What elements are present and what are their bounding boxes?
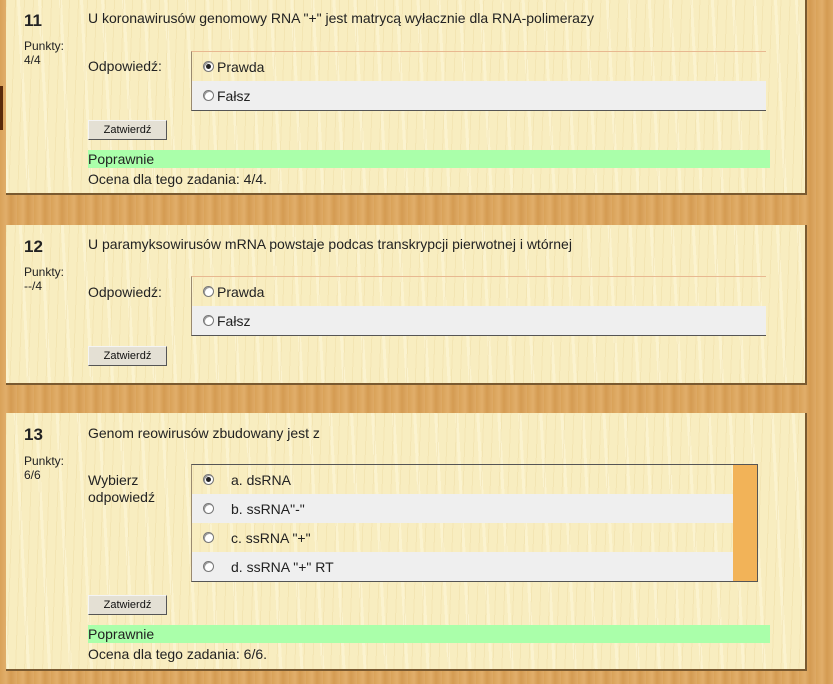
option-label: Fałsz bbox=[217, 87, 251, 104]
radio-icon[interactable] bbox=[203, 286, 214, 297]
feedback-correct: Poprawnie bbox=[88, 150, 770, 168]
points-value: --/4 bbox=[24, 279, 42, 293]
submit-button[interactable]: Zatwierdź bbox=[88, 346, 167, 366]
radio-icon[interactable] bbox=[203, 315, 214, 326]
submit-button[interactable]: Zatwierdź bbox=[88, 120, 167, 140]
answer-option-prawda[interactable]: Prawda bbox=[192, 52, 766, 81]
answer-options: Prawda Fałsz bbox=[191, 276, 766, 336]
radio-icon[interactable] bbox=[203, 561, 214, 572]
option-label: c. ssRNA "+" bbox=[231, 529, 311, 546]
points-value: 6/6 bbox=[24, 468, 41, 482]
option-label: b. ssRNA"-" bbox=[231, 500, 305, 517]
grade-text: Ocena dla tego zadania: 4/4. bbox=[88, 171, 268, 187]
question-card-12: 12 Punkty: --/4 U paramyksowirusów mRNA … bbox=[6, 225, 807, 385]
answer-label-line1: Wybierz bbox=[88, 472, 139, 488]
answer-option-falsz[interactable]: Fałsz bbox=[192, 81, 766, 110]
question-text: Genom reowirusów zbudowany jest z bbox=[88, 425, 320, 441]
answer-option-c[interactable]: c. ssRNA "+" bbox=[192, 523, 733, 552]
answer-option-a[interactable]: a. dsRNA bbox=[192, 465, 733, 494]
answer-label: Wybierz odpowiedź bbox=[88, 472, 155, 506]
option-label: Prawda bbox=[217, 283, 265, 300]
question-text: U paramyksowirusów mRNA powstaje podcas … bbox=[88, 236, 572, 252]
question-card-13: 13 Punkty: 6/6 Genom reowirusów zbudowan… bbox=[6, 413, 807, 671]
question-number: 13 bbox=[24, 425, 43, 444]
answer-label: Odpowiedź: bbox=[88, 58, 162, 74]
answer-option-prawda[interactable]: Prawda bbox=[192, 277, 766, 306]
answer-option-d[interactable]: d. ssRNA "+" RT bbox=[192, 552, 733, 581]
points-info: Punkty: 4/4 bbox=[24, 39, 64, 67]
answer-label-line2: odpowiedź bbox=[88, 489, 155, 505]
points-value: 4/4 bbox=[24, 53, 41, 67]
radio-icon[interactable] bbox=[203, 90, 214, 101]
answer-options: Prawda Fałsz bbox=[191, 51, 766, 111]
question-card-11: 11 Punkty: 4/4 U koronawirusów genomowy … bbox=[6, 0, 807, 195]
radio-selected-icon[interactable] bbox=[203, 474, 214, 485]
scrollbar[interactable] bbox=[733, 465, 757, 581]
submit-button[interactable]: Zatwierdź bbox=[88, 595, 167, 615]
points-label: Punkty: bbox=[24, 39, 65, 53]
feedback-correct: Poprawnie bbox=[88, 625, 770, 643]
window-edge bbox=[0, 86, 3, 130]
grade-text: Ocena dla tego zadania: 6/6. bbox=[88, 646, 268, 662]
question-text: U koronawirusów genomowy RNA "+" jest ma… bbox=[88, 10, 594, 26]
answer-option-falsz[interactable]: Fałsz bbox=[192, 306, 766, 335]
option-label: d. ssRNA "+" RT bbox=[231, 558, 334, 575]
option-label: Fałsz bbox=[217, 312, 251, 329]
answer-option-b[interactable]: b. ssRNA"-" bbox=[192, 494, 733, 523]
option-label: a. dsRNA bbox=[231, 471, 291, 488]
points-info: Punkty: --/4 bbox=[24, 265, 64, 293]
option-label: Prawda bbox=[217, 58, 265, 75]
radio-icon[interactable] bbox=[203, 503, 214, 514]
question-number: 12 bbox=[24, 237, 43, 256]
question-number: 11 bbox=[24, 11, 42, 30]
points-info: Punkty: 6/6 bbox=[24, 454, 64, 482]
radio-icon[interactable] bbox=[203, 532, 214, 543]
answer-label: Odpowiedź: bbox=[88, 284, 162, 300]
radio-selected-icon[interactable] bbox=[203, 61, 214, 72]
answer-options: a. dsRNA b. ssRNA"-" c. ssRNA "+" d. ssR… bbox=[191, 464, 758, 582]
points-label: Punkty: bbox=[24, 265, 65, 279]
points-label: Punkty: bbox=[24, 454, 65, 468]
